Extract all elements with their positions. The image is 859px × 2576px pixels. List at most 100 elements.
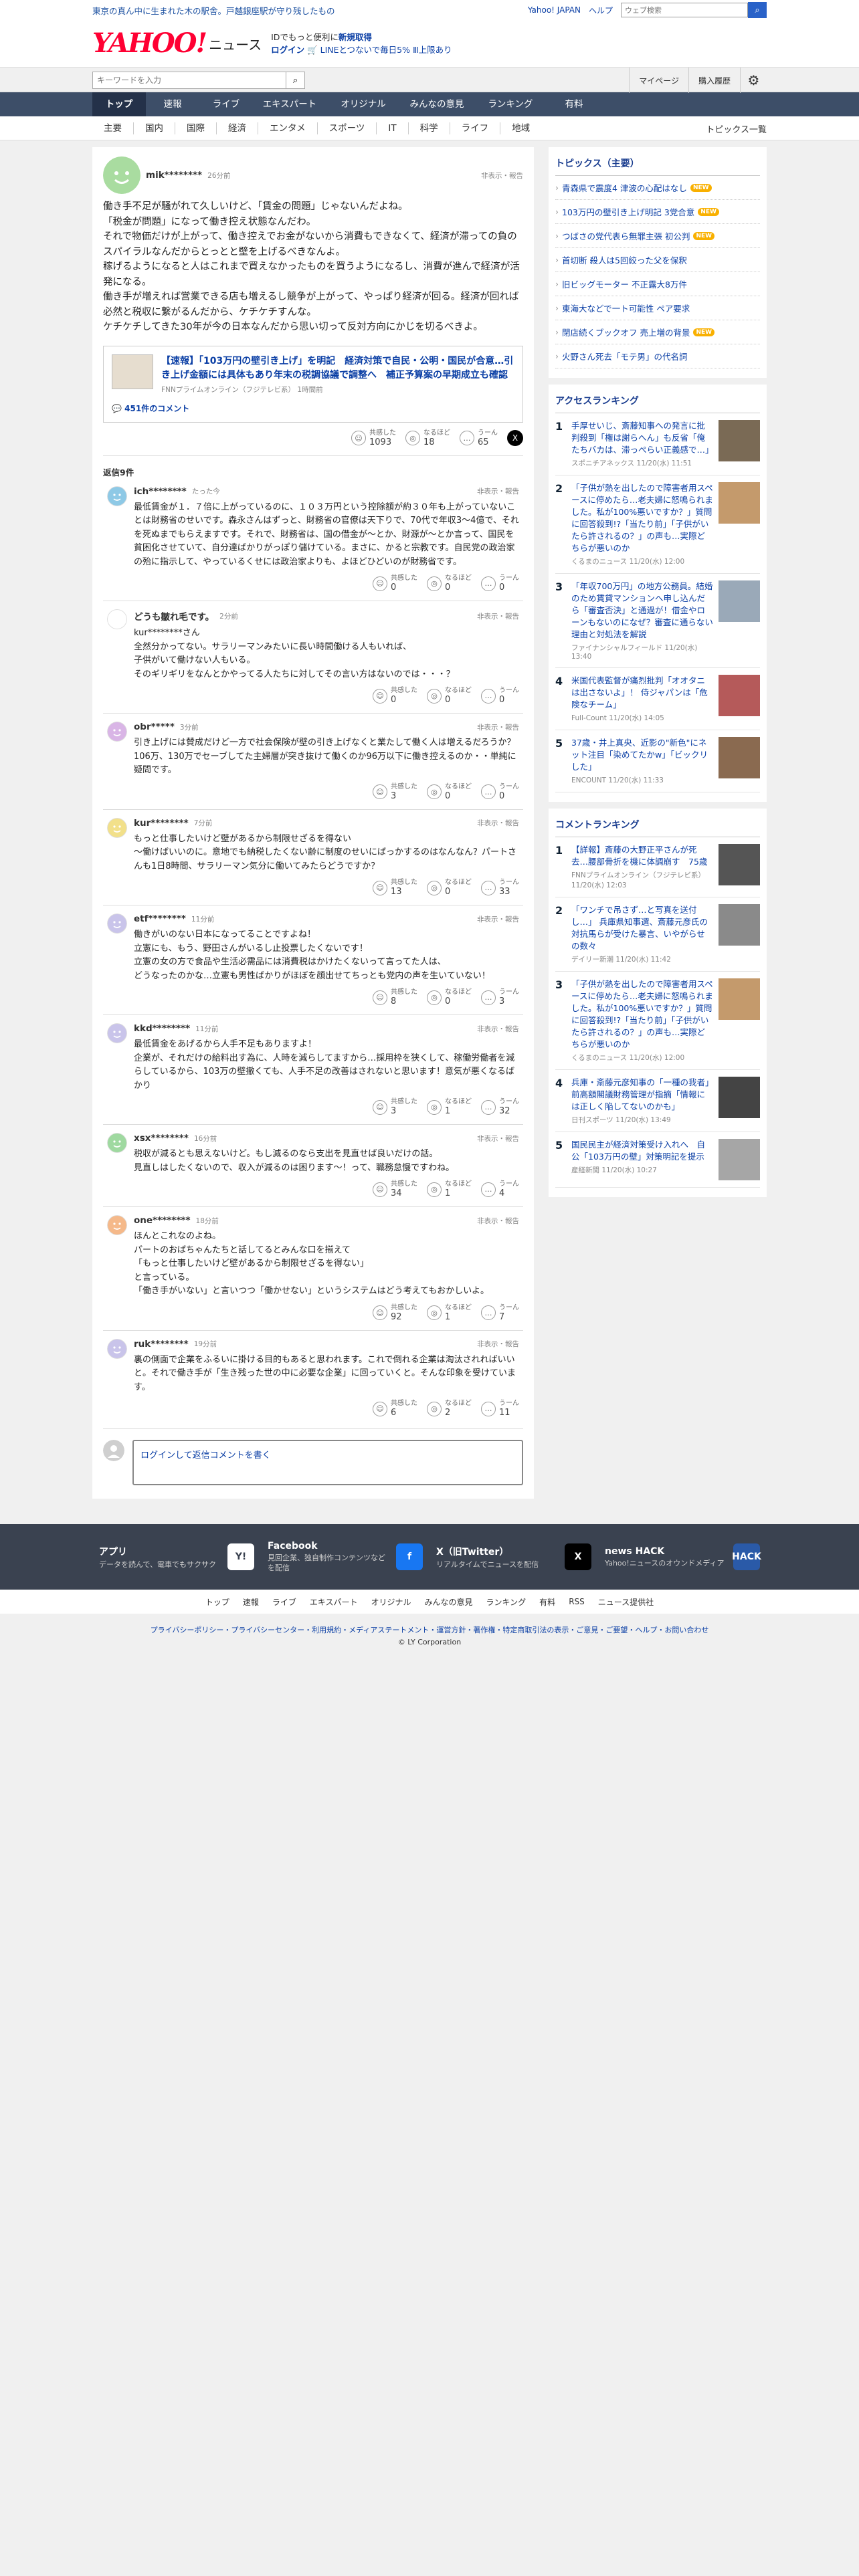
insight-button[interactable]: ◎ なるほど 0 [427, 783, 472, 801]
report-link[interactable]: 非表示・報告 [477, 486, 519, 496]
report-link[interactable]: 非表示・報告 [477, 722, 519, 732]
ranking-title[interactable]: 米国代表監督が痛烈批判「オオタニは出さないよ」！ 侍ジャパンは「危険なチーム」 [571, 675, 713, 711]
footer-links[interactable]: プライバシーポリシー・プライバシーセンター・利用規約・メディアステートメント・運… [0, 1624, 859, 1635]
topic-title[interactable]: 103万円の壁引き上げ明記 3党合意 [562, 205, 694, 218]
insight-button[interactable]: ◎ なるほど 18 [405, 429, 450, 447]
nav-paid[interactable]: 有料 [547, 92, 601, 116]
login-link[interactable]: ログイン [271, 45, 304, 55]
cat-entertainment[interactable]: エンタメ [258, 122, 318, 134]
hmm-button[interactable]: … うーん 11 [481, 1400, 519, 1418]
ranking-title[interactable]: 手厚せいじ、斎藤知事への発言に批判殺到「権は謝らへん」も反省「俺たちバカは、滞っ… [571, 420, 714, 456]
ranking-item[interactable]: 3 「年収700万円」の地方公務員。結婚のため賃貸マンションへ申し込んだら「審査否… [555, 574, 760, 668]
footer-banner[interactable]: news HACK Yahoo!ニュースのオウンドメディア HACK [598, 1543, 767, 1570]
empathy-button[interactable]: ☺ 共感した 13 [373, 879, 417, 897]
ranking-item[interactable]: 5 37歳・井上真央、近影の"新色"にネット注目「染めてたかw」「ビックリした」 E… [555, 730, 760, 792]
nav-expert[interactable]: エキスパート [253, 92, 326, 116]
footer-nav-link[interactable]: ランキング [486, 1596, 527, 1608]
insight-button[interactable]: ◎ なるほど 0 [427, 687, 472, 705]
hmm-button[interactable]: … うーん 65 [460, 429, 498, 447]
ranking-item[interactable]: 4 兵庫・斎藤元彦知事の「一種の我者」前高額閣議財務管理が指摘「情報には正しく陥し… [555, 1070, 760, 1132]
empathy-button[interactable]: ☺ 共感した 6 [373, 1400, 417, 1418]
cat-economy[interactable]: 経済 [217, 122, 258, 134]
topic-title[interactable]: 青森県で震度4 津波の心配はなし [562, 181, 687, 194]
reply-username[interactable]: etf******** [134, 914, 186, 924]
empathy-button[interactable]: ☺ 共感した 92 [373, 1304, 417, 1322]
mypage-link[interactable]: マイページ [629, 68, 688, 93]
report-link[interactable]: 非表示・報告 [477, 1024, 519, 1034]
nav-breaking[interactable]: 速報 [146, 92, 199, 116]
insight-button[interactable]: ◎ なるほど 2 [427, 1400, 472, 1418]
footer-nav-link[interactable]: 有料 [539, 1596, 555, 1608]
reply-login-link[interactable]: ログイン [140, 1451, 175, 1461]
footer-banner[interactable]: Facebook 見回企業、独自制作コンテンツなどを配信 f [261, 1541, 430, 1573]
topic-item[interactable]: 103万円の壁引き上げ明記 3党合意 NEW [555, 200, 760, 224]
nav-original[interactable]: オリジナル [326, 92, 400, 116]
footer-nav-link[interactable]: みんなの意見 [425, 1596, 473, 1608]
empathy-button[interactable]: ☺ 共感した 0 [373, 574, 417, 593]
cat-main[interactable]: 主要 [92, 122, 134, 134]
hmm-button[interactable]: … うーん 3 [481, 988, 519, 1006]
footer-nav-link[interactable]: ライブ [272, 1596, 296, 1608]
topic-item[interactable]: 閉店続くブックオフ 売上増の背景NEW [555, 320, 760, 344]
top-notice-link[interactable]: 東京の真ん中に生まれた木の駅舎。戸越銀座駅が守り残したもの [92, 4, 335, 17]
ranking-item[interactable]: 4 米国代表監督が痛烈批判「オオタニは出さないよ」！ 侍ジャパンは「危険なチーム」… [555, 668, 760, 730]
ranking-title[interactable]: 国民民主が経済対策受け入れへ 自公「103万円の壁」対策明記を提示 [571, 1139, 713, 1163]
reply-username[interactable]: kkd******** [134, 1023, 190, 1034]
ranking-item[interactable]: 2 「ワンチで吊さず…と写真を送付し…」 兵庫県知事選、斎藤元彦氏の対抗馬らが受け… [555, 897, 760, 972]
footer-nav-link[interactable]: トップ [205, 1596, 229, 1608]
footer-nav-link[interactable]: ニュース提供社 [598, 1596, 654, 1608]
footer-banner[interactable]: アプリ データを読んで、電車でもサクサク Y! [92, 1543, 261, 1570]
topic-title[interactable]: 東海大などで一ト可能性 ペア要求 [562, 302, 690, 314]
reply-username[interactable]: ruk******** [134, 1339, 189, 1350]
hmm-button[interactable]: … うーん 0 [481, 783, 519, 801]
news-search-input[interactable] [92, 72, 286, 89]
topic-item[interactable]: 青森県で震度4 津波の心配はなしNEW [555, 176, 760, 200]
insight-button[interactable]: ◎ なるほど 0 [427, 988, 472, 1006]
cat-local[interactable]: 地域 [500, 122, 541, 134]
line-promo-link[interactable]: LINEとつないで毎日5% Ⅲ上限あり [320, 45, 452, 55]
reply-username[interactable]: one******** [134, 1215, 191, 1226]
ranking-title[interactable]: 「子供が熱を出したので障害者用スペースに停めたら…老夫婦に怒鳴られました。私が1… [571, 978, 713, 1051]
footer-nav-link[interactable]: エキスパート [310, 1596, 358, 1608]
article-link-card[interactable]: 【速報】「103万円の壁引き上げ」を明記 経済対策で自民・公明・国民が合意…引き… [103, 345, 523, 423]
ranking-item[interactable]: 2 「子供が熱を出したので障害者用スペースに停めたら…老夫婦に怒鳴られました。私が… [555, 475, 760, 574]
ranking-title[interactable]: 「ワンチで吊さず…と写真を送付し…」 兵庫県知事選、斎藤元彦氏の対抗馬らが受けた… [571, 904, 713, 952]
hmm-button[interactable]: … うーん 33 [481, 879, 519, 897]
reply-username[interactable]: obr***** [134, 722, 175, 732]
topic-title[interactable]: 閉店続くブックオフ 売上増の背景 [562, 326, 690, 338]
purchase-history-link[interactable]: 購入履歴 [688, 68, 740, 93]
empathy-button[interactable]: ☺ 共感した 34 [373, 1180, 417, 1198]
ranking-item[interactable]: 3 「子供が熱を出したので障害者用スペースに停めたら…老夫婦に怒鳴られました。私が… [555, 972, 760, 1070]
ranking-title[interactable]: 【詳報】斎藤の大野正平さんが死去…腰部骨折を機に体調崩す 75歳 [571, 844, 713, 868]
reply-username[interactable]: xsx******** [134, 1133, 189, 1144]
x-share-icon[interactable]: X [507, 430, 523, 446]
hmm-button[interactable]: … うーん 0 [481, 687, 519, 705]
insight-button[interactable]: ◎ なるほど 0 [427, 879, 472, 897]
signup-link[interactable]: 新規取得 [339, 32, 372, 42]
topic-title[interactable]: 首切断 殺人は5回絞った父を保釈 [562, 253, 687, 266]
cat-science[interactable]: 科学 [409, 122, 450, 134]
cat-it[interactable]: IT [377, 122, 409, 134]
help-link[interactable]: ヘルプ [589, 5, 613, 16]
topic-item[interactable]: つばさの党代表ら無罪主張 初公判NEW [555, 224, 760, 248]
topics-all-link[interactable]: トピックス一覧 [706, 122, 767, 135]
ranking-title[interactable]: 37歳・井上真央、近影の"新色"にネット注目「染めてたかw」「ビックリした」 [571, 737, 713, 773]
insight-button[interactable]: ◎ なるほど 1 [427, 1180, 472, 1198]
ranking-item[interactable]: 1 手厚せいじ、斎藤知事への発言に批判殺到「権は謝らへん」も反省「俺たちバカは、滞… [555, 413, 760, 475]
empathy-button[interactable]: ☺ 共感した 1093 [351, 429, 396, 447]
hmm-button[interactable]: … うーん 4 [481, 1180, 519, 1198]
report-link[interactable]: 非表示・報告 [477, 914, 519, 924]
cat-sports[interactable]: スポーツ [318, 122, 377, 134]
insight-button[interactable]: ◎ なるほど 1 [427, 1304, 472, 1322]
topic-item[interactable]: 旧ビッグモーター 不正露大8万件 [555, 272, 760, 296]
web-search-button[interactable]: ⌕ [748, 2, 767, 18]
nav-ranking[interactable]: ランキング [474, 92, 547, 116]
nav-opinions[interactable]: みんなの意見 [400, 92, 474, 116]
cat-domestic[interactable]: 国内 [134, 122, 175, 134]
topic-title[interactable]: 火野さん死去「モテ男」の代名詞 [562, 350, 688, 362]
ranking-item[interactable]: 1 【詳報】斎藤の大野正平さんが死去…腰部骨折を機に体調崩す 75歳 FNNプライム… [555, 837, 760, 897]
empathy-button[interactable]: ☺ 共感した 3 [373, 1098, 417, 1116]
cat-life[interactable]: ライフ [450, 122, 501, 134]
reply-input[interactable]: ログインして返信コメントを書く [132, 1440, 523, 1485]
empathy-button[interactable]: ☺ 共感した 3 [373, 783, 417, 801]
